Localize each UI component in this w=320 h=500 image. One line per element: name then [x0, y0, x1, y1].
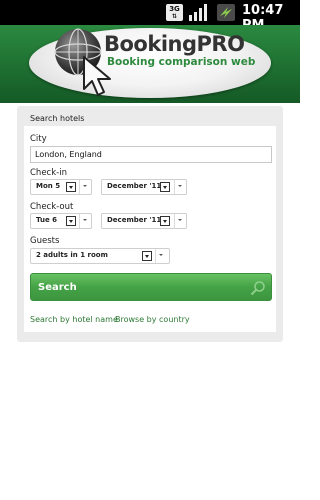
- city-label: City: [30, 134, 47, 144]
- checkin-month-select[interactable]: December '11: [101, 179, 187, 195]
- chevron-down-icon: [66, 216, 76, 226]
- checkin-day-value: Mon 5: [36, 182, 61, 190]
- checkout-month-value: December '11: [107, 216, 162, 224]
- search-button[interactable]: Search: [30, 273, 272, 301]
- browse-by-country-link[interactable]: Browse by country: [115, 315, 190, 324]
- signal-icon: [189, 4, 207, 21]
- chevron-down-icon: [160, 182, 170, 192]
- chevron-down-icon: [142, 251, 152, 261]
- search-button-label: Search: [38, 282, 77, 293]
- search-icon: [250, 281, 265, 296]
- checkin-month-value: December '11: [107, 182, 162, 190]
- guests-select[interactable]: 2 adults in 1 room: [30, 248, 170, 264]
- guests-label: Guests: [30, 236, 60, 246]
- checkout-day-value: Tue 6: [36, 216, 58, 224]
- checkout-month-select[interactable]: December '11: [101, 213, 187, 229]
- chevron-down-icon: [160, 216, 170, 226]
- chevron-down-icon: [178, 185, 182, 187]
- panel-title: Search hotels: [30, 114, 85, 123]
- guests-value: 2 adults in 1 room: [36, 251, 108, 259]
- chevron-down-icon: [159, 254, 163, 256]
- checkout-label: Check-out: [30, 202, 74, 212]
- chevron-down-icon: [83, 185, 87, 187]
- search-by-hotel-name-link[interactable]: Search by hotel name: [30, 315, 118, 324]
- chevron-down-icon: [83, 219, 87, 221]
- checkin-day-select[interactable]: Mon 5: [30, 179, 92, 195]
- chevron-down-icon: [66, 182, 76, 192]
- network-label: 3G: [169, 5, 180, 13]
- status-bar: 3G ⇅ 10:47 PM: [0, 0, 300, 33]
- checkout-day-select[interactable]: Tue 6: [30, 213, 92, 229]
- app-title: BookingPRO: [104, 32, 245, 56]
- battery-icon: [217, 4, 235, 21]
- city-input[interactable]: London, England: [30, 146, 272, 163]
- app-subtitle: Booking comparison web: [107, 56, 256, 68]
- 3g-icon: 3G ⇅: [166, 4, 183, 21]
- checkin-label: Check-in: [30, 168, 67, 178]
- chevron-down-icon: [178, 219, 182, 221]
